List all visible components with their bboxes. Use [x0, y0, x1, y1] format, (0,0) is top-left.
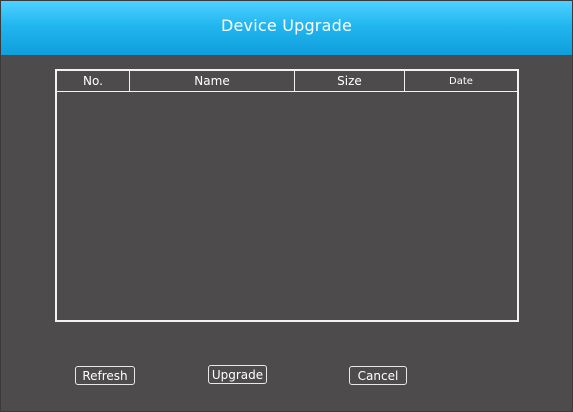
column-header-name: Name	[130, 71, 295, 91]
table-header: No. Name Size Date	[57, 71, 517, 92]
device-upgrade-dialog: Device Upgrade No. Name Size Date Refres…	[0, 0, 573, 412]
column-header-date: Date	[449, 75, 473, 87]
upgrade-file-table: No. Name Size Date	[55, 69, 519, 322]
column-header-size: Size	[295, 71, 405, 91]
cancel-button[interactable]: Cancel	[349, 366, 407, 385]
column-header-no: No.	[57, 71, 130, 91]
file-list[interactable]	[57, 92, 517, 320]
dialog-titlebar: Device Upgrade	[1, 1, 572, 55]
refresh-button[interactable]: Refresh	[75, 366, 135, 385]
dialog-title: Device Upgrade	[220, 15, 352, 35]
upgrade-button[interactable]: Upgrade	[208, 365, 267, 384]
